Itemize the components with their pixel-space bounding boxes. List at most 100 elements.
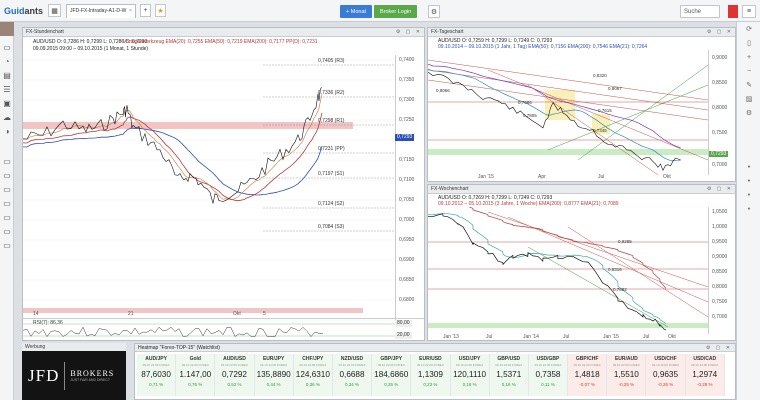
dot-icon-3[interactable]: •: [737, 188, 760, 202]
x-tick-label: 14: [33, 311, 39, 317]
watchlist-item[interactable]: EUR/USD 09.10 22:00 FOREX 1,1309 0,23 %: [411, 354, 451, 396]
star-icon[interactable]: ★: [155, 4, 166, 17]
instrument-price: 1,4818: [574, 370, 600, 379]
window-icon-6[interactable]: ▭: [0, 224, 14, 238]
instrument-symbol: USD/CAD: [693, 356, 717, 362]
avatar[interactable]: [0, 22, 14, 36]
watchlist-item[interactable]: USD/CHF 09.10 22:00 FOREX 0,9635 -0,26 %: [646, 354, 686, 396]
watchlist-item[interactable]: Gold 09.10 22:00 FOREX 1.147,00 0,76 %: [176, 354, 216, 396]
y-tick-label: 0,8000: [712, 105, 728, 111]
instrument-timestamp: 09.10 22:00 FOREX: [416, 363, 444, 367]
gauge-icon[interactable]: ◑: [0, 124, 14, 138]
fib-label: 0,7882: [613, 287, 627, 292]
weekly-chart-panel: FX-Wochenchart ⚙ ▢ ✕ AUD/USD O: 0,7269 H…: [427, 184, 736, 341]
daily-chart-plot[interactable]: [428, 50, 708, 175]
refresh-icon[interactable]: ⟳: [737, 22, 760, 36]
watchlist-item[interactable]: AUD/USD 09.10 22:00 FOREX 0,7292 0,52 %: [215, 354, 255, 396]
instrument-price: 0,9635: [653, 370, 679, 379]
instrument-change: -0,25 %: [618, 382, 635, 387]
y-tick-label: 0,7500: [712, 299, 728, 305]
window-icon-2[interactable]: ▭: [0, 168, 14, 182]
window-icon-1[interactable]: ▭: [0, 154, 14, 168]
minus-icon[interactable]: −: [737, 64, 760, 78]
dot-icon-1[interactable]: •: [737, 160, 760, 174]
broker-login-button[interactable]: Broker Login: [374, 5, 418, 18]
instrument-symbol: EUR/JPY: [262, 356, 285, 362]
watchlist-item[interactable]: GBP/CHF 09.10 22:00 FOREX 1,4818 -0,07 %: [568, 354, 608, 396]
right-sidebar: ⟳ ▯ + − ✎ ▨ ⚙ • • • •: [736, 22, 760, 400]
panel-header: FX-Tageschart ⚙ ▢ ✕: [428, 28, 735, 37]
instrument-price: 0,7358: [535, 370, 561, 379]
image-icon[interactable]: ▨: [737, 92, 760, 106]
watchlist-item[interactable]: USD/JPY 09.10 22:00 FOREX 120,1110 0,18 %: [450, 354, 490, 396]
instrument-change: 0,23 %: [423, 382, 438, 387]
instrument-symbol: AUD/JPY: [145, 356, 167, 362]
instrument-change: 0,71 %: [149, 382, 164, 387]
watchlist-item[interactable]: EUR/JPY 09.10 22:00 FOREX 135,8890 0,44 %: [254, 354, 294, 396]
tab-close-icon[interactable]: ×: [129, 8, 132, 14]
plus-icon[interactable]: +: [737, 50, 760, 64]
settings-icon[interactable]: ⚙: [737, 106, 760, 120]
bookmark-icon[interactable]: ▯: [737, 36, 760, 50]
window-icon-5[interactable]: ▭: [0, 210, 14, 224]
watchlist-item[interactable]: GBP/JPY 09.10 22:00 FOREX 184,6860 0,25 %: [372, 354, 412, 396]
panel-controls-icon[interactable]: ⚙ ▢ ✕: [396, 29, 422, 35]
briefcase-icon[interactable]: ▣: [0, 96, 14, 110]
x-tick-label: Jul: [643, 334, 650, 340]
price-series: [428, 71, 681, 172]
search-input[interactable]: Suche: [680, 5, 720, 18]
panel-controls-icon[interactable]: ⚙ ▢ ✕: [707, 186, 733, 192]
panel-title: FX-Wochenchart: [431, 186, 469, 192]
watchlist-item[interactable]: EUR/AUD 09.10 22:00 FOREX 1,5510 -0,25 %: [607, 354, 647, 396]
instrument-change: 0,36 %: [305, 382, 320, 387]
list-icon[interactable]: ☰: [0, 82, 14, 96]
chart-icon[interactable]: ▤: [0, 68, 14, 82]
dot-icon-2[interactable]: •: [737, 174, 760, 188]
notes-icon[interactable]: ✎: [737, 78, 760, 92]
support-zone: [428, 149, 708, 155]
monitor-icon[interactable]: ▭: [0, 40, 14, 54]
fib-label: 0,8320: [593, 73, 607, 78]
watchlist-item[interactable]: CHF/JPY 09.10 22:00 FOREX 124,6310 0,36 %: [293, 354, 333, 396]
monat-button[interactable]: + Monat: [340, 5, 373, 18]
panel-controls-icon[interactable]: ⚙ ▢ ✕: [707, 29, 733, 35]
watchlist-item[interactable]: AUD/JPY 09.10 22:00 FOREX 87,6030 0,71 %: [137, 354, 177, 396]
y-axis: 1,0500 1,0000 0,9500 0,9000 0,8500 0,8000 0,75…: [708, 207, 736, 334]
broker-ad[interactable]: Werbung JFD BROKERS JUST FAIR AND DIRECT: [22, 343, 126, 400]
y-tick-label: 0,7400: [399, 57, 415, 63]
tab-workspace[interactable]: JFD-FX-Intraday-A1-D-W ×: [66, 3, 136, 18]
window-icon-4[interactable]: ▭: [0, 196, 14, 210]
cloud-icon[interactable]: ☁: [0, 110, 14, 124]
instrument-change: -0,07 %: [579, 382, 595, 387]
instrument-timestamp: 09.10 22:00 FOREX: [652, 363, 680, 367]
bell-icon[interactable]: ◔: [0, 54, 14, 68]
settings-icon[interactable]: ⚙: [428, 5, 440, 18]
window-icon-3[interactable]: ▭: [0, 182, 14, 196]
support-zone: [428, 323, 708, 328]
instrument-timestamp: 09.10 22:00 FOREX: [612, 363, 640, 367]
panel-controls-icon[interactable]: ⚙ ▢ ✕: [706, 344, 732, 351]
guidants-logo[interactable]: Guid ants: [0, 0, 44, 22]
dot-icon-4[interactable]: •: [737, 202, 760, 216]
trend-lines: [428, 211, 708, 328]
grid-icon[interactable]: ▦: [48, 4, 61, 17]
x-tick-label: 5: [263, 311, 266, 317]
grid: [23, 59, 395, 321]
highlight-zone: [545, 90, 575, 120]
watchlist-item[interactable]: USD/GBP 09.10 22:00 FOREX 0,7358 0,11 %: [528, 354, 569, 396]
instrument-price: 1,1309: [417, 370, 443, 379]
window-icon-7[interactable]: ▭: [0, 238, 14, 252]
watchlist-item[interactable]: USD/CAD 09.10 22:00 FOREX 1,2974 -0,28 %: [685, 354, 725, 396]
x-tick-label: Jan '15: [603, 334, 619, 340]
fib-label: 0,7805: [523, 113, 537, 118]
instrument-timestamp: 09.10 22:00 FOREX: [573, 363, 601, 367]
add-tab-button[interactable]: +: [140, 4, 151, 17]
weekly-chart-plot[interactable]: [428, 207, 708, 334]
watchlist-item[interactable]: GBP/USD 09.10 22:00 FOREX 1,5371 0,16 %: [489, 354, 529, 396]
menu-icon[interactable]: ≡: [742, 5, 756, 18]
watchlist-cells: AUD/JPY 09.10 22:00 FOREX 87,6030 0,71 % Gol…: [135, 352, 735, 396]
instrument-symbol: NZD/USD: [340, 356, 364, 362]
flag-icon[interactable]: [728, 5, 738, 18]
instrument-timestamp: 09.10 22:00 FOREX: [456, 363, 484, 367]
watchlist-item[interactable]: NZD/USD 09.10 22:00 FOREX 0,6688 0,34 %: [332, 354, 373, 396]
